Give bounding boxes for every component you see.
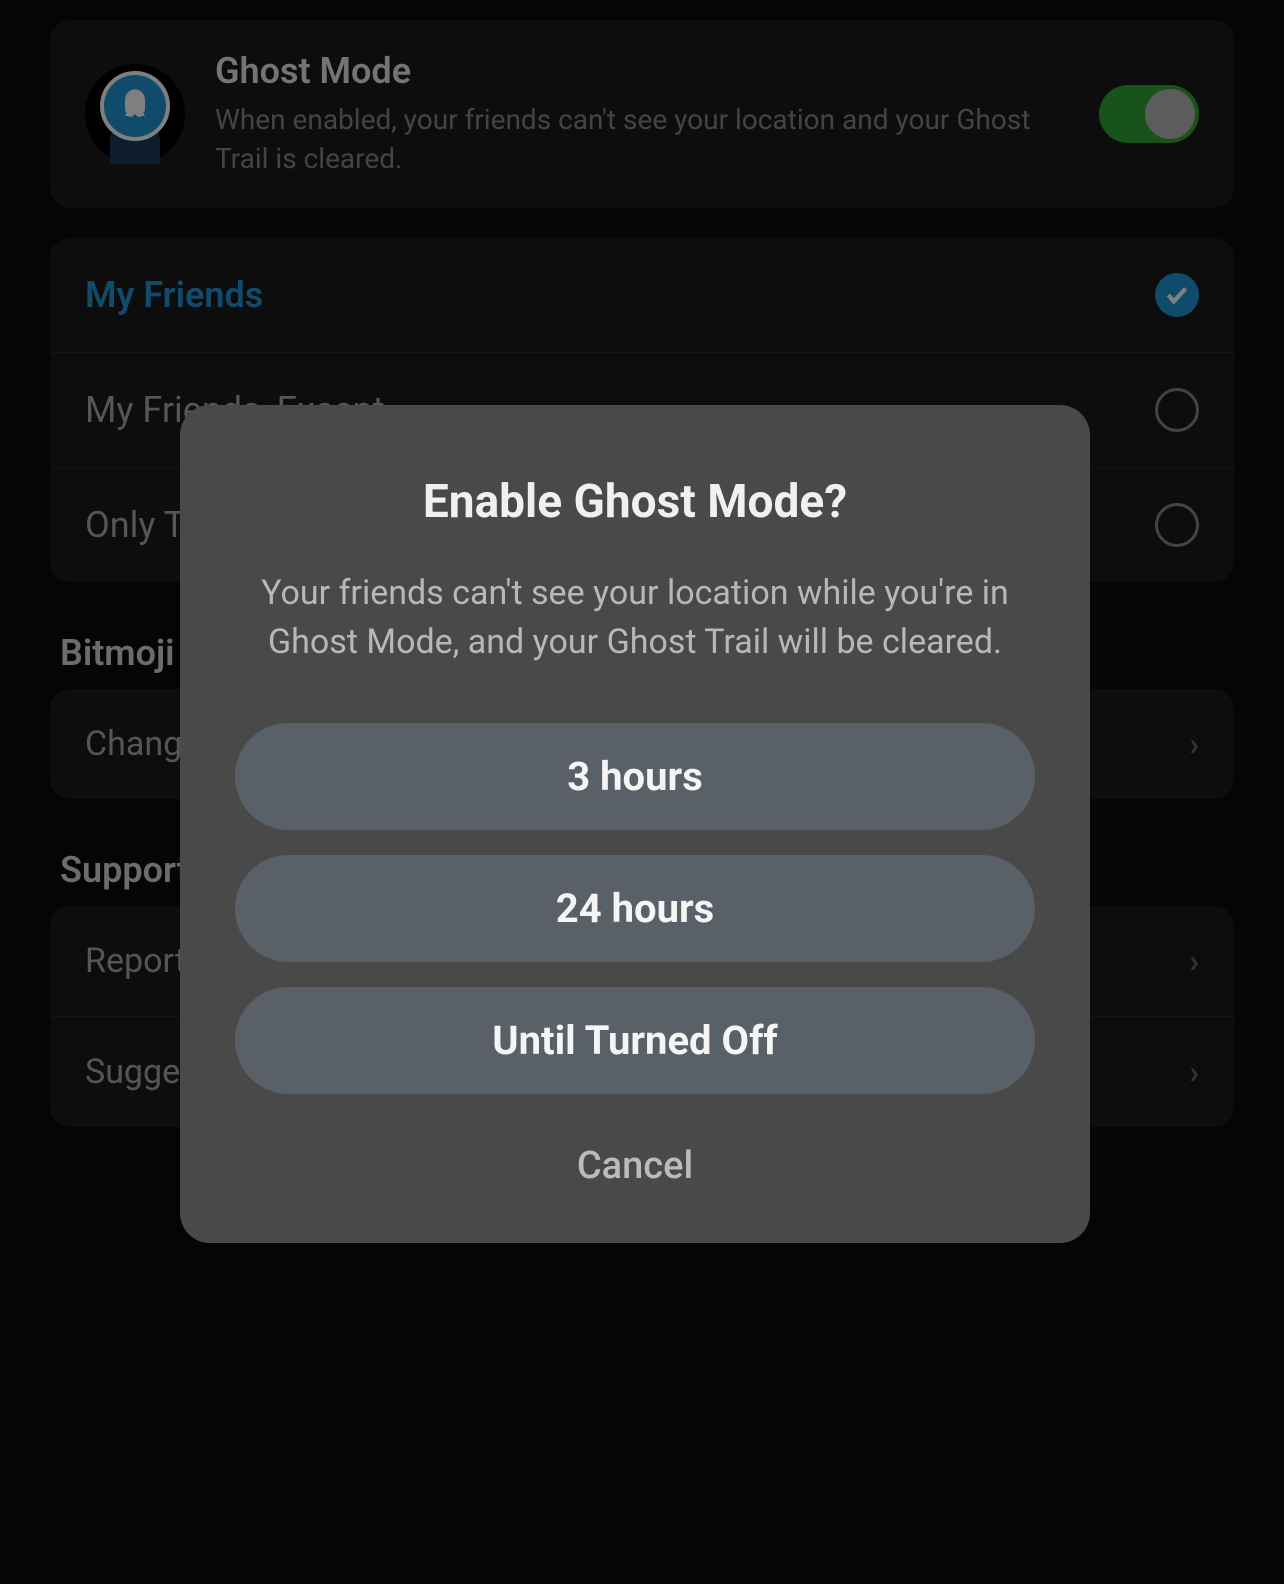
option-until-off-button[interactable]: Until Turned Off bbox=[235, 987, 1035, 1094]
modal-description: Your friends can't see your location whi… bbox=[235, 569, 1035, 668]
enable-ghost-mode-modal: Enable Ghost Mode? Your friends can't se… bbox=[180, 405, 1090, 1243]
option-3-hours-button[interactable]: 3 hours bbox=[235, 723, 1035, 830]
cancel-button[interactable]: Cancel bbox=[235, 1119, 1035, 1198]
modal-title: Enable Ghost Mode? bbox=[235, 475, 1035, 529]
option-24-hours-button[interactable]: 24 hours bbox=[235, 855, 1035, 962]
